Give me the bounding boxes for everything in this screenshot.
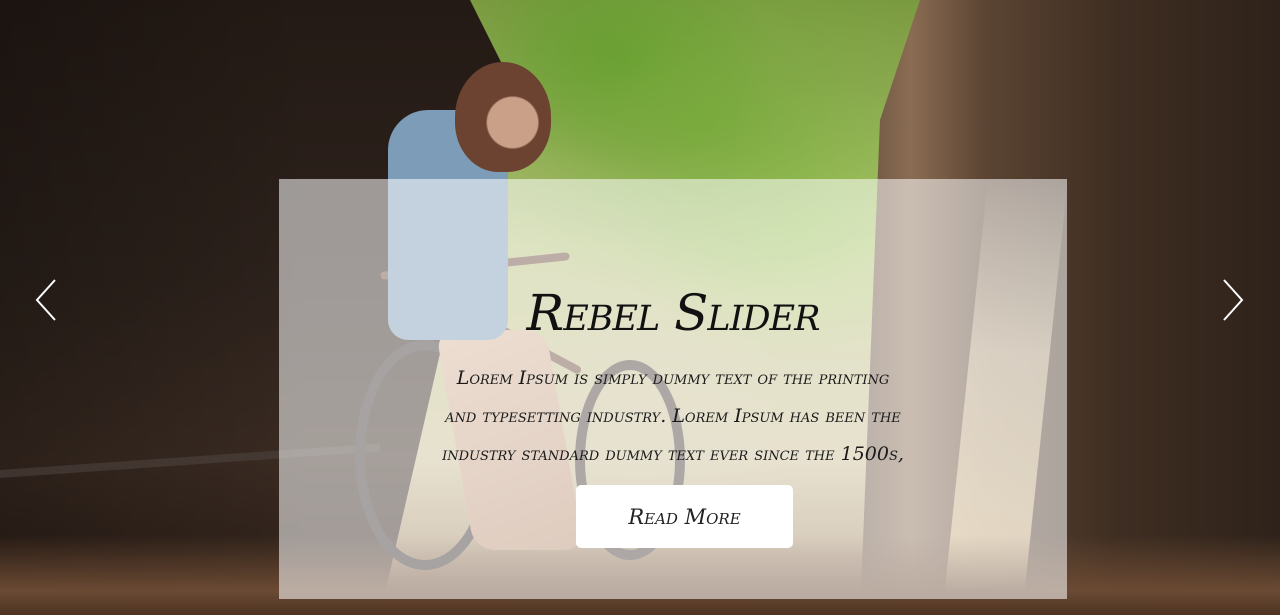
slide-title: Rebel Slider xyxy=(526,284,821,342)
chevron-right-icon xyxy=(1223,279,1244,321)
next-slide-button[interactable] xyxy=(1220,278,1246,322)
chevron-left-icon xyxy=(35,279,56,321)
slide-description: Lorem Ipsum is simply dummy text of the … xyxy=(442,367,904,465)
hero-slider: Rebel Slider Lorem Ipsum is simply dummy… xyxy=(0,0,1280,615)
previous-slide-button[interactable] xyxy=(33,278,59,322)
read-more-button[interactable]: Read More xyxy=(576,485,793,548)
slide-caption-panel: Rebel Slider Lorem Ipsum is simply dummy… xyxy=(279,179,1067,599)
